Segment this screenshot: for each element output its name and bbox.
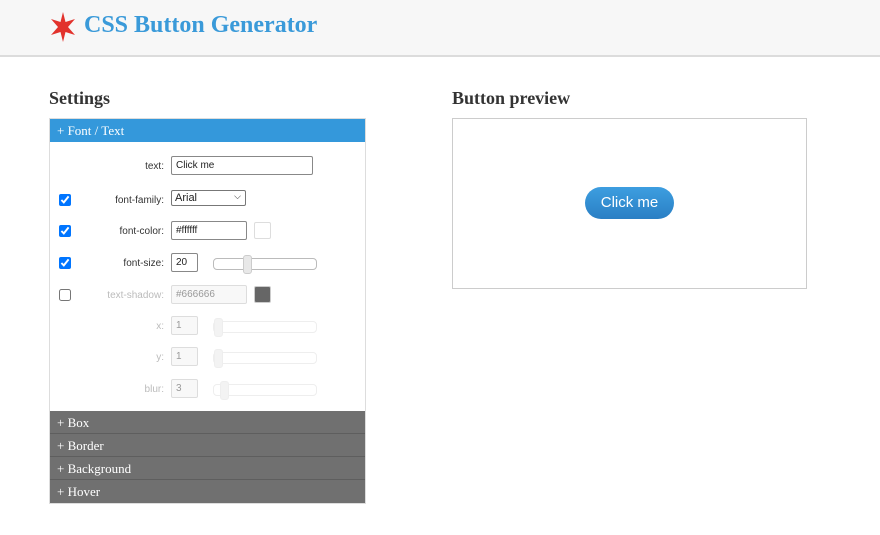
slider-thumb[interactable] [243, 255, 252, 274]
shadow-y-slider[interactable] [213, 349, 317, 368]
font-family-value: Arial [175, 192, 198, 204]
preview-button[interactable]: Click me [585, 187, 674, 219]
shadow-blur-label: blur: [144, 384, 164, 395]
section-border[interactable]: + Border [50, 434, 365, 457]
button-preview-area: Click me [452, 118, 807, 289]
font-size-slider[interactable] [213, 255, 317, 274]
font-size-label: font-size: [123, 258, 164, 269]
shadow-x-input[interactable] [171, 316, 198, 335]
header: CSS Button Generator [0, 0, 880, 57]
shadow-y-row: y: [50, 347, 365, 369]
shadow-blur-input[interactable] [171, 379, 198, 398]
text-shadow-checkbox[interactable] [59, 289, 71, 301]
font-family-row: font-family: Arial ⌵ [50, 190, 365, 212]
font-color-swatch[interactable] [254, 222, 271, 239]
text-row: text: [50, 156, 365, 178]
shadow-blur-slider[interactable] [213, 381, 317, 400]
font-color-label: font-color: [119, 226, 164, 237]
text-input[interactable] [171, 156, 313, 175]
font-size-row: font-size: [50, 253, 365, 275]
font-family-select[interactable]: Arial ⌵ [171, 190, 246, 206]
settings-panel: + Font / Text text: font-family: Arial ⌵ … [49, 118, 366, 504]
section-box[interactable]: + Box [50, 411, 365, 434]
shadow-blur-row: blur: [50, 379, 365, 400]
settings-heading: Settings [49, 88, 111, 108]
chevron-down-icon: ⌵ [234, 191, 241, 201]
font-family-label: font-family: [115, 195, 164, 206]
app-title: CSS Button Generator [84, 12, 318, 38]
section-font-text[interactable]: + Font / Text [50, 119, 365, 142]
slider-thumb[interactable] [214, 318, 223, 337]
text-shadow-row: text-shadow: [50, 285, 365, 307]
preview-heading: Button preview [452, 88, 571, 108]
text-label: text: [145, 161, 164, 172]
slider-thumb[interactable] [220, 381, 229, 400]
shadow-y-label: y: [156, 352, 164, 363]
shadow-y-input[interactable] [171, 347, 198, 366]
text-shadow-input[interactable] [171, 285, 247, 304]
shadow-x-label: x: [156, 321, 164, 332]
shadow-x-slider[interactable] [213, 318, 317, 337]
font-size-checkbox[interactable] [59, 257, 71, 269]
font-color-checkbox[interactable] [59, 225, 71, 237]
shadow-x-row: x: [50, 316, 365, 338]
font-size-input[interactable] [171, 253, 198, 272]
font-text-body: text: font-family: Arial ⌵ font-color: fo… [50, 142, 365, 411]
font-family-checkbox[interactable] [59, 194, 71, 206]
section-background[interactable]: + Background [50, 457, 365, 480]
slider-thumb[interactable] [214, 349, 223, 368]
font-color-row: font-color: [50, 221, 365, 243]
text-shadow-swatch[interactable] [254, 286, 271, 303]
section-hover[interactable]: + Hover [50, 480, 365, 503]
red-star-icon [51, 12, 75, 42]
font-color-input[interactable] [171, 221, 247, 240]
text-shadow-label: text-shadow: [107, 290, 164, 301]
